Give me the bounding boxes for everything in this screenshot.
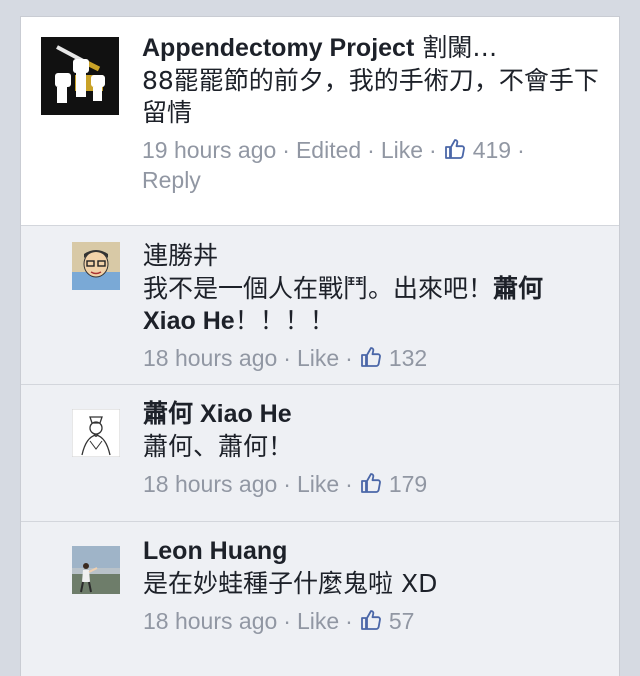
comment-appendectomy-project: Appendectomy Project 割闌… 88罷罷節的前夕，我的手術刀，… — [21, 17, 619, 225]
comment-author[interactable]: 連勝丼 — [143, 242, 218, 270]
meta-separator: · — [517, 137, 525, 163]
edited-label[interactable]: Edited — [296, 137, 361, 163]
comment-text: 我不是一個人在戰鬥。出來吧！蕭何 Xiao He！！！！ — [143, 273, 599, 337]
meta-separator: · — [345, 608, 353, 634]
reply-xiao-he: 蕭何 Xiao He 蕭何、蕭何！ 18 hours ago · Like · 179 — [21, 384, 619, 521]
like-button[interactable]: Like — [297, 471, 339, 497]
meta-separator: · — [367, 137, 375, 163]
like-button[interactable]: Like — [381, 137, 423, 163]
like-count[interactable]: 419 — [473, 137, 511, 163]
like-button[interactable]: Like — [297, 608, 339, 634]
comment-author[interactable]: Appendectomy Project — [142, 34, 414, 62]
comment-time[interactable]: 19 hours ago — [142, 137, 276, 163]
meta-separator: · — [283, 471, 291, 497]
comment-meta: 19 hours ago · Edited · Like · 419 · Reply — [142, 135, 599, 195]
comment-author-suffix: 割闌… — [422, 33, 498, 62]
comment-meta: 18 hours ago · Like · 57 — [143, 606, 599, 636]
meta-separator: · — [283, 345, 291, 371]
meta-separator: · — [345, 471, 353, 497]
meta-separator: · — [283, 608, 291, 634]
comment-author[interactable]: Leon Huang — [143, 537, 287, 565]
like-count[interactable]: 132 — [389, 345, 427, 371]
meta-separator: · — [429, 137, 437, 163]
cartoon-face-avatar-icon[interactable] — [72, 242, 120, 290]
comment-meta: 18 hours ago · Like · 132 — [143, 343, 599, 373]
comment-time[interactable]: 18 hours ago — [143, 608, 277, 634]
reply-lian-sheng-dong: 連勝丼 我不是一個人在戰鬥。出來吧！蕭何 Xiao He！！！！ 18 hour… — [21, 225, 619, 384]
ink-sketch-avatar-icon[interactable] — [72, 409, 120, 457]
comment-meta: 18 hours ago · Like · 179 — [143, 469, 599, 499]
like-count[interactable]: 57 — [389, 608, 415, 634]
comment-author-line: Leon Huang — [143, 536, 599, 566]
comment-time[interactable]: 18 hours ago — [143, 471, 277, 497]
comment-author-line: 蕭何 Xiao He — [143, 399, 599, 429]
fists-scalpel-logo-icon[interactable] — [41, 37, 119, 115]
thumbs-up-icon — [360, 610, 381, 630]
like-button[interactable]: Like — [297, 345, 339, 371]
comment-author[interactable]: 蕭何 Xiao He — [143, 400, 292, 428]
comments-panel: Appendectomy Project 割闌… 88罷罷節的前夕，我的手術刀，… — [20, 16, 620, 676]
reply-button[interactable]: Reply — [142, 167, 201, 193]
meta-separator: · — [282, 137, 290, 163]
comment-text: 蕭何、蕭何！ — [143, 432, 294, 461]
meta-separator: · — [345, 345, 353, 371]
comment-author-line: 連勝丼 — [143, 241, 599, 271]
comment-text: 是在妙蛙種子什麼鬼啦 XD — [143, 569, 438, 598]
comment-text: 88罷罷節的前夕，我的手術刀，不會手下留情 — [142, 66, 599, 127]
reply-leon-huang: Leon Huang 是在妙蛙種子什麼鬼啦 XD 18 hours ago · Li… — [21, 521, 619, 671]
thumbs-up-icon — [444, 139, 465, 159]
comment-text-part: ！！！！ — [234, 306, 335, 335]
comment-time[interactable]: 18 hours ago — [143, 345, 277, 371]
like-count[interactable]: 179 — [389, 471, 427, 497]
thumbs-up-icon — [360, 347, 381, 367]
photo-avatar-icon[interactable] — [72, 546, 120, 594]
comment-text-part: 我不是一個人在戰鬥。出來吧！ — [143, 274, 494, 303]
thumbs-up-icon — [360, 473, 381, 493]
comment-author-line: Appendectomy Project 割闌… — [142, 33, 599, 63]
